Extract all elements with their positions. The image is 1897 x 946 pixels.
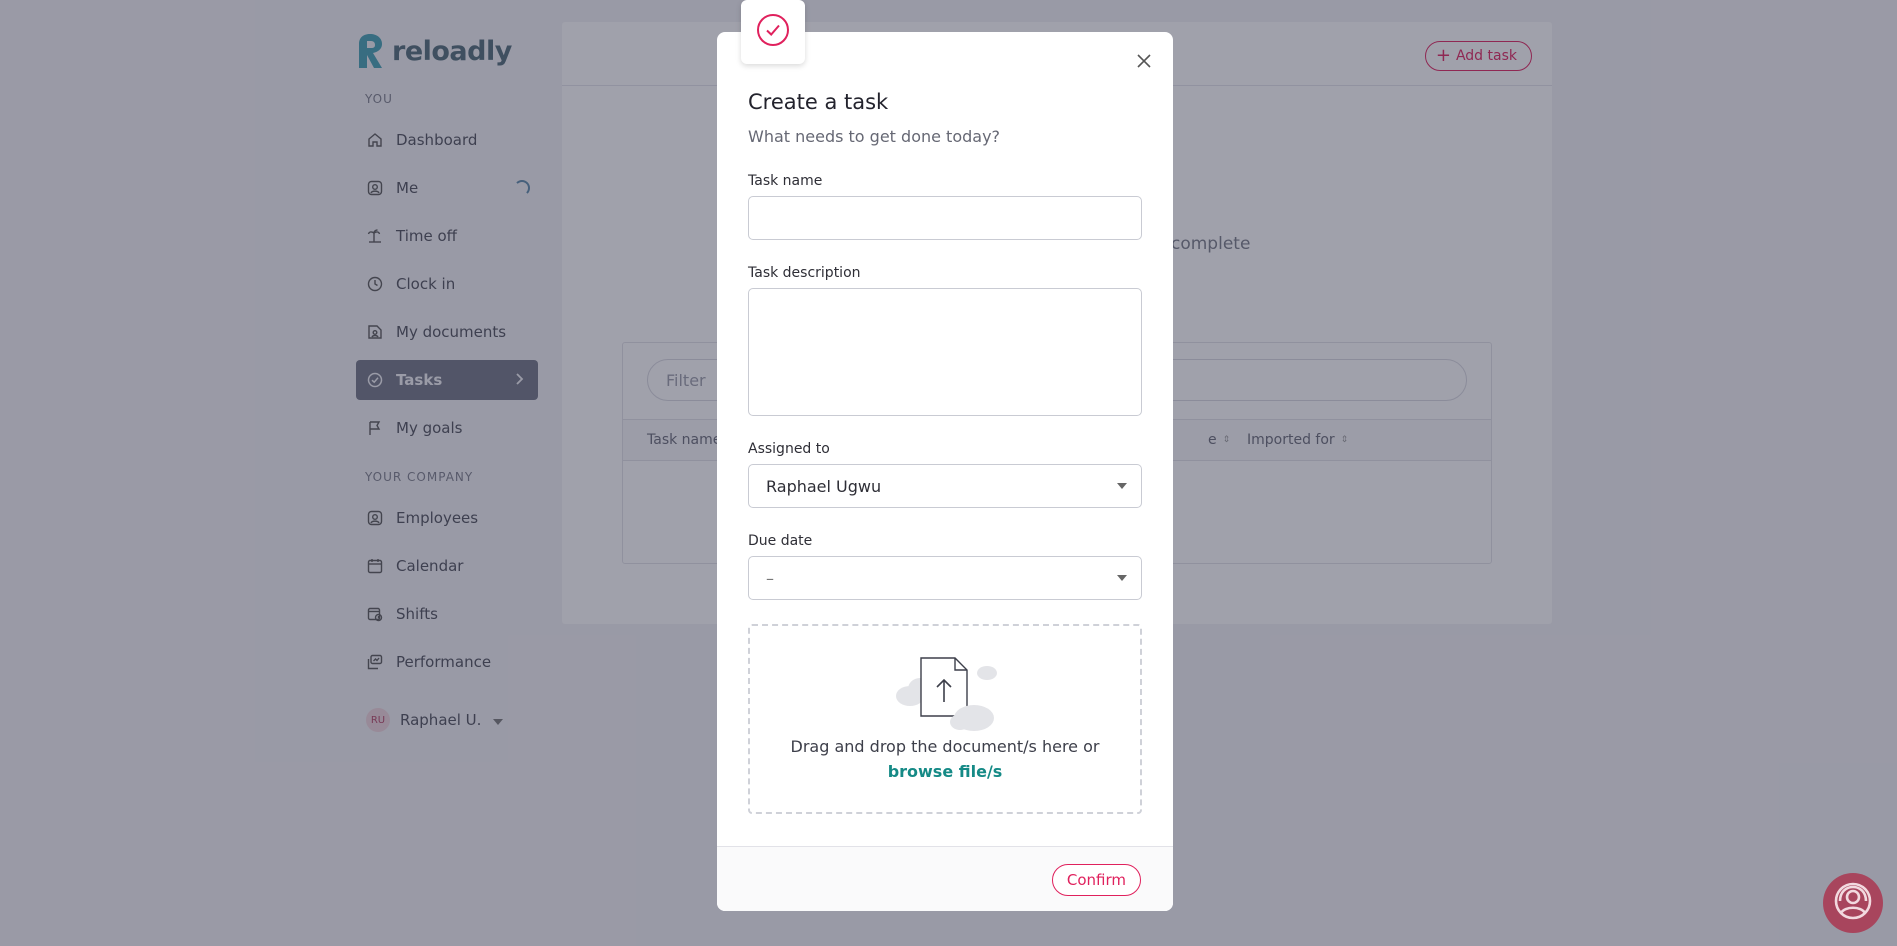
create-task-dialog: Create a task What needs to get done tod…: [717, 0, 1173, 911]
task-description-textarea[interactable]: [748, 288, 1142, 416]
dialog-subtitle: What needs to get done today?: [748, 127, 1001, 146]
assigned-to-label: Assigned to: [748, 441, 830, 457]
check-circle-icon: [756, 13, 790, 51]
upload-cloud-icon: [892, 656, 998, 736]
task-description-label: Task description: [748, 265, 861, 281]
dropzone-text: Drag and drop the document/s here or: [790, 737, 1100, 756]
due-date-value: –: [766, 568, 774, 588]
help-chat-button[interactable]: [1823, 873, 1883, 933]
due-date-select[interactable]: –: [748, 556, 1142, 600]
task-name-input[interactable]: [748, 196, 1142, 240]
support-agent-icon: [1833, 881, 1873, 925]
browse-files-link[interactable]: browse file/s: [750, 762, 1140, 781]
dialog-footer: Confirm: [717, 846, 1173, 911]
assigned-to-value: Raphael Ugwu: [766, 476, 882, 496]
dialog-title: Create a task: [748, 90, 889, 114]
task-badge: [741, 0, 805, 64]
due-date-label: Due date: [748, 533, 813, 549]
confirm-button[interactable]: Confirm: [1051, 864, 1141, 896]
caret-down-icon: [1117, 575, 1127, 581]
file-dropzone[interactable]: Drag and drop the document/s here or bro…: [748, 624, 1142, 814]
assigned-to-select[interactable]: Raphael Ugwu: [748, 464, 1142, 508]
caret-down-icon: [1117, 483, 1127, 489]
task-name-label: Task name: [748, 173, 823, 189]
close-icon[interactable]: [1133, 50, 1155, 72]
